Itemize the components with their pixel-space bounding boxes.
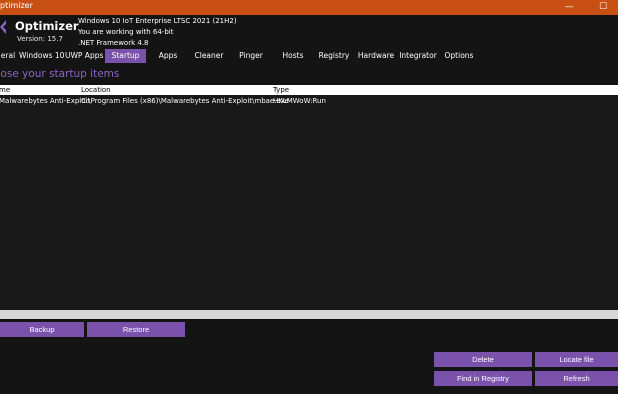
tab-registry[interactable]: Registry [315,49,353,63]
cell-location: C:\Program Files (x86)\Malwarebytes Anti… [81,97,289,105]
optimizer-logo-icon [0,20,6,34]
delete-button[interactable]: Delete [434,352,532,367]
tab-apps[interactable]: Apps [149,49,187,63]
minimize-button[interactable]: — [558,0,580,15]
column-header-name[interactable]: me [0,85,10,95]
title-bar: ptimizer — ☐ [0,0,618,15]
tab-hardware[interactable]: Hardware [357,49,395,63]
tab-integrator[interactable]: Integrator [398,49,438,63]
startup-items-table: me Location Type Malwarebytes Anti-Explo… [0,85,618,310]
restore-button[interactable]: Restore [87,322,185,337]
os-info: Windows 10 IoT Enterprise LTSC 2021 (21H… [78,17,237,25]
cell-type: HKLMWoW:Run [273,97,326,105]
app-version: Version: 15.7 [17,35,63,43]
table-header: me Location Type [0,85,618,95]
horizontal-scrollbar[interactable] [0,310,618,319]
architecture-info: You are working with 64-bit [78,28,174,36]
cell-name: Malwarebytes Anti-Exploit [0,97,91,105]
tab-hosts[interactable]: Hosts [274,49,312,63]
section-title: oose your startup items [0,68,120,80]
maximize-button[interactable]: ☐ [592,0,614,15]
tab-bar: eral Windows 10 UWP Apps Startup Apps Cl… [0,49,618,63]
app-name: Optimizer [15,19,79,33]
tab-startup[interactable]: Startup [105,49,146,63]
tab-windows-10[interactable]: Windows 10 [19,49,64,63]
framework-info: .NET Framework 4.8 [78,39,149,47]
tab-cleaner[interactable]: Cleaner [190,49,228,63]
tab-uwp-apps[interactable]: UWP Apps [65,49,103,63]
tab-options[interactable]: Options [442,49,476,63]
window-title: ptimizer [0,1,33,10]
find-in-registry-button[interactable]: Find in Registry [434,371,532,386]
tab-pinger[interactable]: Pinger [232,49,270,63]
backup-button[interactable]: Backup [0,322,84,337]
column-header-location[interactable]: Location [81,85,111,95]
refresh-button[interactable]: Refresh [535,371,618,386]
tab-general[interactable]: eral [0,49,16,63]
locate-file-button[interactable]: Locate file [535,352,618,367]
column-header-type[interactable]: Type [273,85,289,95]
